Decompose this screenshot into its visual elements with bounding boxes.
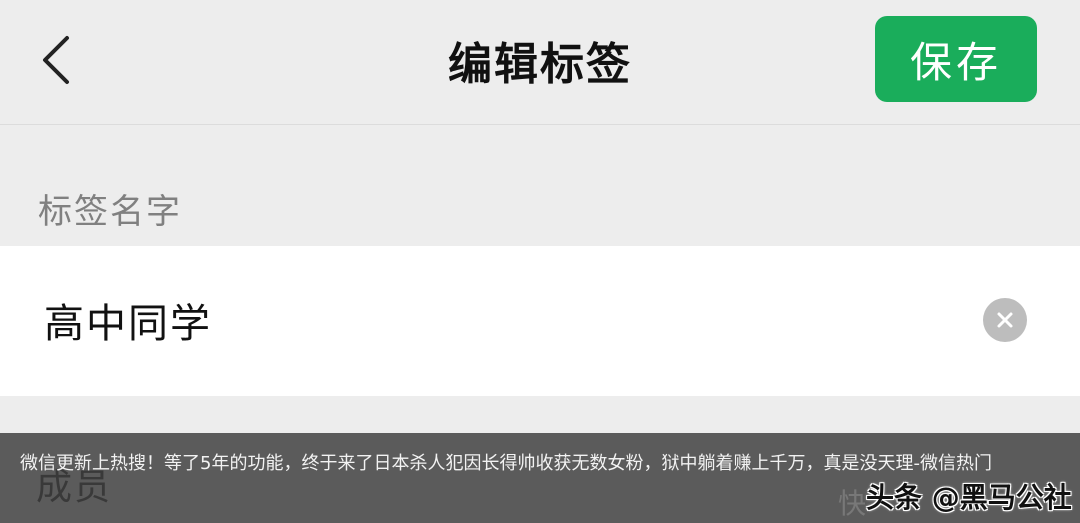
save-button[interactable]: 保存 [875, 16, 1037, 102]
navbar-divider [0, 124, 1080, 125]
edit-tag-screen: 编辑标签 保存 标签名字 成员 微信更新上热搜！等了5年的功能，终于来了日本杀人… [0, 0, 1080, 523]
faint-watermark: 快 [838, 487, 869, 520]
tag-name-input[interactable] [44, 290, 944, 350]
navigation-bar: 编辑标签 保存 [0, 0, 1080, 124]
clear-input-button[interactable] [983, 298, 1027, 342]
source-watermark: 头条 @黑马公社 [866, 481, 1072, 514]
tag-name-section-label: 标签名字 [38, 192, 182, 232]
caption-text: 微信更新上热搜！等了5年的功能，终于来了日本杀人犯因长得帅收获无数女粉，狱中躺着… [20, 453, 992, 474]
clear-icon [997, 312, 1013, 328]
tag-name-row [0, 246, 1080, 396]
